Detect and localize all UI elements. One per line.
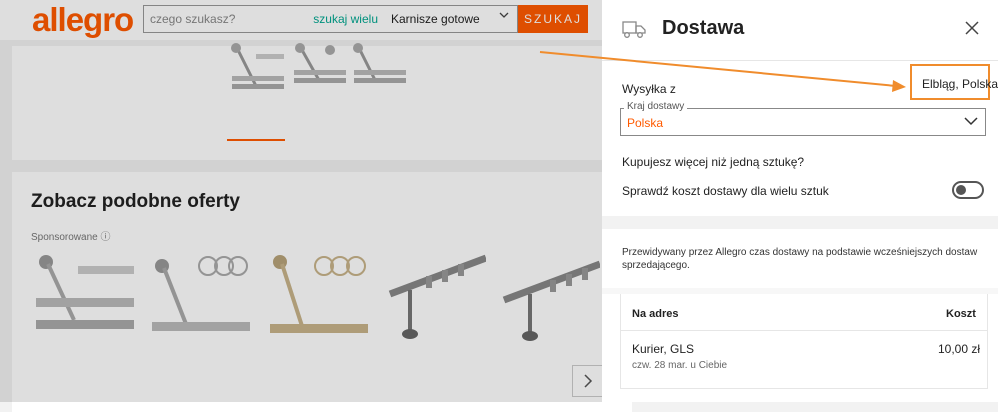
country-select[interactable] (620, 108, 986, 136)
delivery-cost: 10,00 zł (938, 342, 981, 356)
close-icon[interactable] (964, 20, 980, 36)
country-select-label: Kraj dostawy (624, 101, 688, 112)
chevron-down-icon[interactable] (964, 114, 978, 128)
table-header-divider (620, 330, 988, 331)
delivery-eta: czw. 28 mar. u Ciebie (632, 360, 728, 371)
ship-from-label: Wysyłka z (622, 82, 676, 96)
delivery-panel: Dostawa Wysyłka z Elbląg, Polska Kraj do… (602, 0, 998, 402)
multi-item-question: Kupujesz więcej niż jedną sztukę? (622, 155, 805, 169)
section-separator (602, 216, 998, 229)
toggle-knob (956, 185, 966, 195)
header-divider (602, 60, 998, 61)
multi-item-label: Sprawdź koszt dostawy dla wielu sztuk (622, 184, 829, 198)
column-header-cost: Koszt (946, 308, 976, 320)
country-select-value: Polska (627, 116, 664, 130)
column-header-address: Na adres (632, 308, 679, 320)
panel-title: Dostawa (662, 17, 745, 39)
delivery-truck-icon (622, 21, 646, 38)
modal-backdrop[interactable] (0, 0, 602, 402)
ship-from-highlight: Elbląg, Polska (910, 64, 998, 100)
ship-from-value: Elbląg, Polska (922, 77, 998, 91)
delivery-carrier: Kurier, GLS (632, 342, 695, 356)
delivery-estimate-note: Przewidywany przez Allegro czas dostawy … (622, 247, 978, 271)
multi-item-toggle[interactable] (952, 181, 984, 199)
